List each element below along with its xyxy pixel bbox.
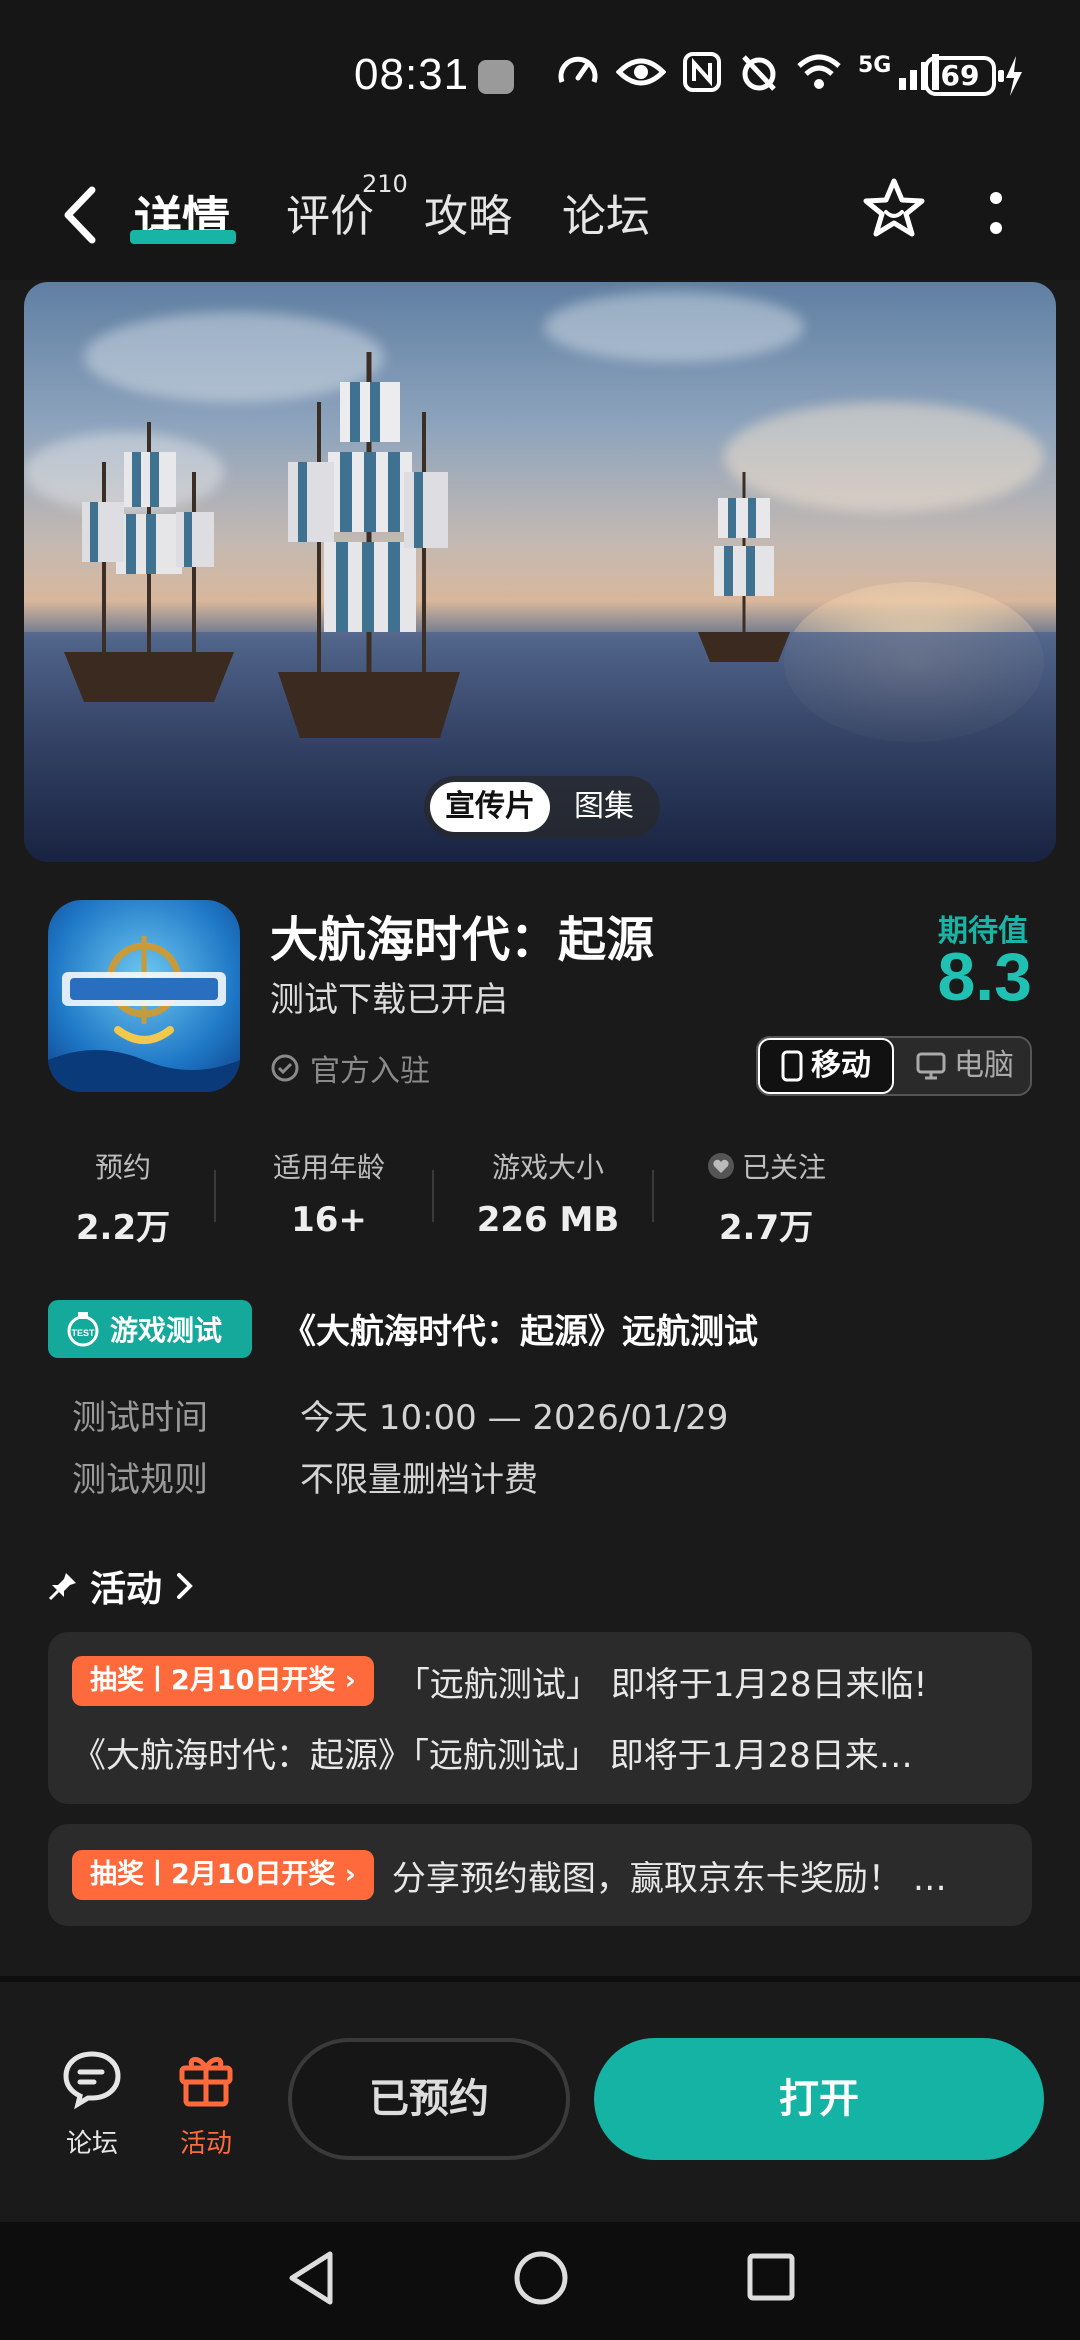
test-rule-label: 测试规则 xyxy=(72,1460,208,1500)
activity-button[interactable]: 活动 xyxy=(166,2046,246,2160)
chevron-right-icon xyxy=(177,1573,193,1599)
stat-label: 预约 xyxy=(94,1151,151,1184)
app-logo-icon xyxy=(48,936,240,1092)
activity-title: 「远航测试」 即将于1月28日来临! xyxy=(395,1664,928,1705)
system-nav-bar xyxy=(0,2222,1080,2340)
stat-age: 适用年龄 16+ xyxy=(244,1146,414,1240)
svg-text:TEST: TEST xyxy=(71,1328,95,1338)
activity-description: 《大航海时代：起源》「远航测试」 即将于1月28日来… xyxy=(72,1736,913,1776)
test-badge-label: 游戏测试 xyxy=(110,1314,223,1347)
alarm-off-icon xyxy=(742,55,776,91)
test-rule-value: 不限量删档计费 xyxy=(300,1460,538,1500)
review-count-badge: 210 xyxy=(362,170,408,198)
stat-value: 226 MB xyxy=(476,1200,620,1240)
bottom-action-bar: 论坛 活动 已预约 打开 xyxy=(0,1976,1080,2222)
heart-icon xyxy=(707,1153,734,1179)
tab-active-indicator xyxy=(130,230,236,244)
status-icons: 5G xyxy=(556,50,943,94)
stat-value: 2.2万 xyxy=(75,1208,171,1248)
app-icon xyxy=(48,900,240,1092)
activities-label: 活动 xyxy=(90,1569,163,1610)
nav-back-icon[interactable] xyxy=(284,2248,338,2308)
stat-size: 游戏大小 226 MB xyxy=(456,1146,640,1240)
activity-tag: 抽奖丨2月10日开奖 › xyxy=(72,1850,374,1900)
forum-icon xyxy=(63,2051,121,2110)
ship-right xyxy=(698,472,790,662)
official-tag: 官方入驻 xyxy=(270,1046,430,1090)
divider xyxy=(432,1170,434,1222)
activity-label: 活动 xyxy=(179,2129,232,2159)
charging-icon xyxy=(1006,56,1022,96)
platform-pc[interactable]: 电脑 xyxy=(902,1038,1028,1094)
divider xyxy=(652,1170,654,1222)
stat-reservations: 预约 2.2万 xyxy=(48,1146,198,1249)
divider xyxy=(214,1170,216,1222)
activity-title: 分享预约截图，赢取京东卡奖励！ … xyxy=(391,1858,947,1899)
test-flask-icon: TEST xyxy=(67,1312,99,1347)
reserved-button[interactable]: 已预约 xyxy=(288,2038,570,2160)
tab-guide[interactable]: 攻略 xyxy=(424,180,512,244)
test-time-value: 今天 10:00 — 2026/01/29 xyxy=(300,1398,729,1438)
network-label: 5G xyxy=(858,52,892,78)
phone-icon xyxy=(781,1050,803,1082)
test-time-row: 测试时间 今天 10:00 — 2026/01/29 xyxy=(72,1390,728,1439)
official-label: 官方入驻 xyxy=(310,1054,430,1089)
more-icon[interactable] xyxy=(984,184,1008,244)
forum-label: 论坛 xyxy=(65,2129,118,2159)
speedometer-icon xyxy=(558,56,598,83)
stat-label: 已关注 xyxy=(741,1151,826,1184)
gift-icon xyxy=(179,2057,233,2107)
open-button[interactable]: 打开 xyxy=(594,2038,1044,2160)
toggle-video[interactable]: 宣传片 xyxy=(430,782,550,832)
cloud xyxy=(544,292,804,362)
test-rule-row: 测试规则 不限量删档计费 xyxy=(72,1452,538,1501)
tab-forum[interactable]: 论坛 xyxy=(562,180,650,244)
stat-value: 16+ xyxy=(291,1200,367,1240)
activity-card[interactable]: 抽奖丨2月10日开奖 › 分享预约截图，赢取京东卡奖励！ … xyxy=(48,1824,1032,1926)
test-title[interactable]: 《大航海时代：起源》远航测试 xyxy=(282,1304,758,1353)
pin-icon xyxy=(48,1573,76,1601)
platform-mobile[interactable]: 移动 xyxy=(758,1038,894,1094)
ship-center xyxy=(278,352,460,738)
check-circle-icon xyxy=(271,1054,299,1082)
expectation-score: 8.3 xyxy=(937,939,1032,1015)
clock: 08:31 xyxy=(354,50,470,99)
stat-label: 适用年龄 xyxy=(272,1151,385,1184)
app-title: 大航海时代：起源 xyxy=(270,912,655,968)
ship-left xyxy=(64,422,234,702)
game-test-badge: TEST 游戏测试 xyxy=(48,1300,252,1358)
platform-pc-label: 电脑 xyxy=(954,1048,1014,1083)
monitor-icon xyxy=(916,1052,946,1080)
platform-switch: 移动 电脑 xyxy=(756,1036,1032,1096)
battery-indicator: 69 xyxy=(924,56,1004,96)
stats-row: 预约 2.2万 适用年龄 16+ 游戏大小 226 MB 已关注 2.7万 xyxy=(48,1146,868,1249)
tab-review[interactable]: 评价 xyxy=(286,180,374,244)
wifi-icon xyxy=(797,54,841,89)
notification-icon xyxy=(478,60,514,94)
top-nav: 详情 评价 210 攻略 论坛 xyxy=(0,150,1080,280)
app-subtitle: 测试下载已开启 xyxy=(270,980,508,1020)
test-time-label: 测试时间 xyxy=(72,1398,208,1438)
stat-value: 2.7万 xyxy=(718,1208,814,1248)
nfc-icon xyxy=(683,52,721,92)
toggle-gallery[interactable]: 图集 xyxy=(556,782,652,832)
activity-card[interactable]: 抽奖丨2月10日开奖 › 「远航测试」 即将于1月28日来临! 《大航海时代：起… xyxy=(48,1632,1032,1804)
star-icon[interactable] xyxy=(862,176,926,240)
activity-tag: 抽奖丨2月10日开奖 › xyxy=(72,1656,374,1706)
activities-heading[interactable]: 活动 xyxy=(48,1560,196,1612)
stat-followers[interactable]: 已关注 2.7万 xyxy=(676,1146,856,1249)
nav-home-icon[interactable] xyxy=(512,2248,570,2308)
forum-button[interactable]: 论坛 xyxy=(52,2046,132,2160)
media-toggle: 宣传片 图集 xyxy=(424,776,660,838)
stat-label: 游戏大小 xyxy=(491,1151,604,1184)
nav-recents-icon[interactable] xyxy=(744,2248,798,2308)
platform-mobile-label: 移动 xyxy=(811,1048,871,1083)
back-arrow-icon[interactable] xyxy=(56,180,106,250)
status-bar: 08:31 5G 69 xyxy=(0,0,1080,150)
promo-video[interactable]: 宣传片 图集 xyxy=(24,282,1056,862)
eye-icon xyxy=(616,58,666,86)
